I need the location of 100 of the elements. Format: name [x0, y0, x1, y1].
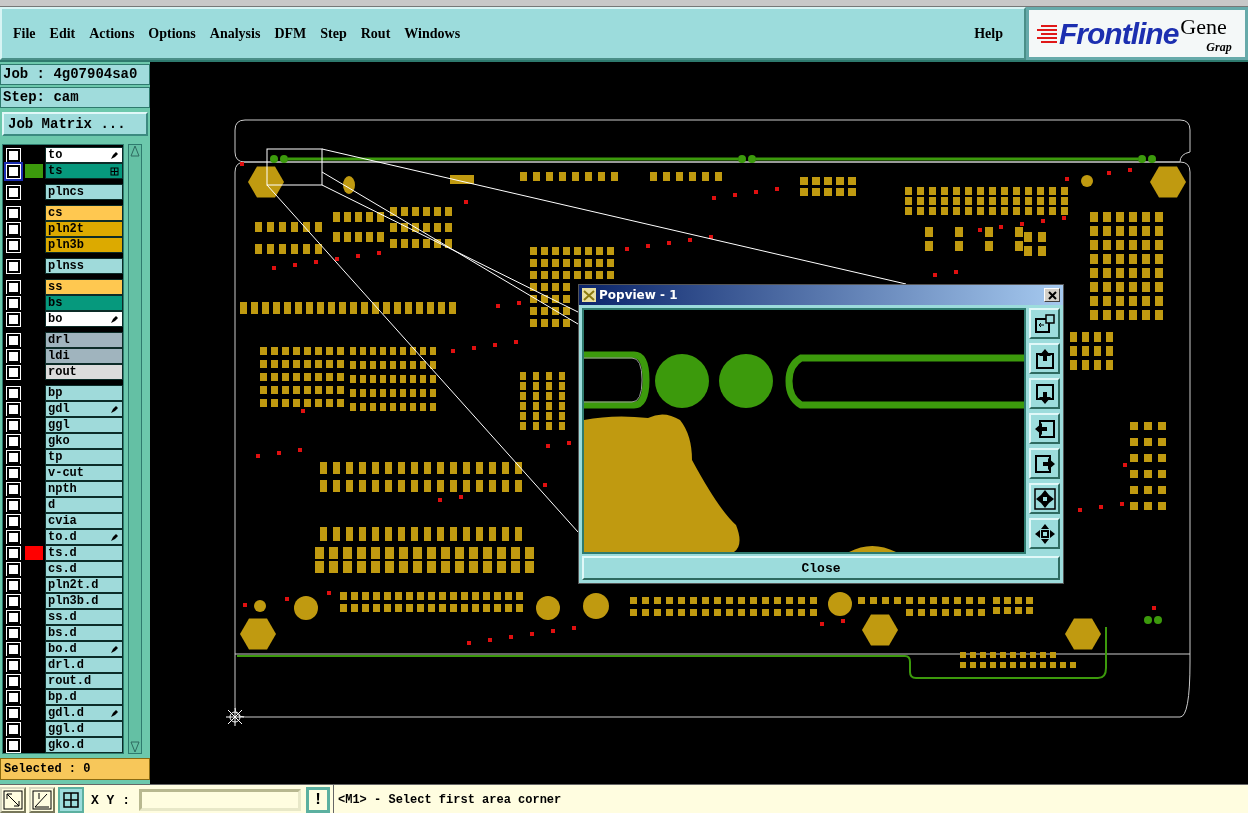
layer-item[interactable]: pln2t: [45, 221, 123, 237]
layer-item[interactable]: gdl: [45, 401, 123, 417]
layer-item[interactable]: plncs: [45, 184, 123, 200]
layer-item[interactable]: ss.d: [45, 609, 123, 625]
layer-item[interactable]: v-cut: [45, 465, 123, 481]
layer-checkbox[interactable]: [7, 402, 20, 416]
layer-checkbox[interactable]: [7, 185, 20, 199]
layer-checkbox[interactable]: [7, 562, 20, 576]
layer-item[interactable]: rout.d: [45, 673, 123, 689]
layer-checkbox[interactable]: [7, 610, 20, 624]
layer-checkbox[interactable]: [7, 365, 20, 379]
layer-item[interactable]: npth: [45, 481, 123, 497]
layer-checkbox[interactable]: [7, 514, 20, 528]
layer-item[interactable]: pln3b.d: [45, 593, 123, 609]
layer-item[interactable]: ts: [45, 163, 123, 179]
menu-item[interactable]: Edit: [42, 23, 83, 44]
layer-checkbox[interactable]: [7, 238, 20, 252]
layer-item[interactable]: tp: [45, 449, 123, 465]
scroll-down-icon[interactable]: [130, 741, 140, 753]
layer-item[interactable]: bo: [45, 311, 123, 327]
layer-item[interactable]: to: [45, 147, 123, 163]
layer-checkbox[interactable]: [7, 706, 20, 720]
layer-item[interactable]: d: [45, 497, 123, 513]
close-button[interactable]: [1044, 288, 1060, 302]
layer-checkbox[interactable]: [7, 658, 20, 672]
menu-item[interactable]: Analysis: [202, 23, 268, 44]
layer-checkbox[interactable]: [7, 738, 20, 752]
pan-up-button[interactable]: [1029, 343, 1060, 374]
scrollbar[interactable]: [128, 144, 142, 754]
layer-checkbox[interactable]: [7, 578, 20, 592]
menu-item[interactable]: DFM: [267, 23, 314, 44]
job-matrix-button[interactable]: Job Matrix ...: [2, 112, 148, 136]
layer-item[interactable]: bs: [45, 295, 123, 311]
layer-item[interactable]: pln3b: [45, 237, 123, 253]
layer-item[interactable]: pln2t.d: [45, 577, 123, 593]
layer-item[interactable]: plnss: [45, 258, 123, 274]
menu-item[interactable]: Windows: [397, 23, 468, 44]
layer-checkbox[interactable]: [7, 222, 20, 236]
resize-button[interactable]: [0, 787, 26, 813]
layer-checkbox[interactable]: [7, 418, 20, 432]
layer-item[interactable]: ldi: [45, 348, 123, 364]
layer-checkbox[interactable]: [7, 690, 20, 704]
menu-item[interactable]: File: [6, 23, 43, 44]
layer-checkbox[interactable]: [7, 466, 20, 480]
layer-item[interactable]: rout: [45, 364, 123, 380]
layer-checkbox[interactable]: [7, 450, 20, 464]
layer-item[interactable]: to.d: [45, 529, 123, 545]
layer-checkbox[interactable]: [7, 280, 20, 294]
layer-checkbox[interactable]: [7, 498, 20, 512]
layer-item[interactable]: ggl: [45, 417, 123, 433]
layer-checkbox[interactable]: [7, 546, 20, 560]
layer-item[interactable]: bp: [45, 385, 123, 401]
zoom-window-button[interactable]: [1029, 308, 1060, 339]
pan-left-button[interactable]: [1029, 413, 1060, 444]
layer-checkbox[interactable]: [7, 259, 20, 273]
layer-item[interactable]: drl: [45, 332, 123, 348]
layer-checkbox[interactable]: [7, 594, 20, 608]
grid-button[interactable]: [58, 787, 84, 813]
xy-input-field[interactable]: [139, 789, 301, 811]
layer-item[interactable]: ggl.d: [45, 721, 123, 737]
layer-item[interactable]: cs: [45, 205, 123, 221]
layer-item[interactable]: gdl.d: [45, 705, 123, 721]
layer-item[interactable]: ss: [45, 279, 123, 295]
layer-checkbox[interactable]: [7, 482, 20, 496]
layer-checkbox[interactable]: [7, 312, 20, 326]
layer-item[interactable]: bp.d: [45, 689, 123, 705]
layer-checkbox[interactable]: [7, 434, 20, 448]
layer-checkbox[interactable]: [7, 333, 20, 347]
layer-checkbox[interactable]: [7, 349, 20, 363]
layer-item[interactable]: cvia: [45, 513, 123, 529]
arrow-up-icon: [1033, 347, 1056, 370]
layer-item[interactable]: bo.d: [45, 641, 123, 657]
zoom-in-button[interactable]: [1029, 483, 1060, 514]
layer-checkbox[interactable]: [7, 722, 20, 736]
menu-item[interactable]: Options: [141, 23, 203, 44]
layer-checkbox[interactable]: [7, 148, 20, 162]
measure-button[interactable]: [29, 787, 55, 813]
help-menu-item[interactable]: Help: [967, 23, 1010, 44]
layer-checkbox[interactable]: [7, 626, 20, 640]
layer-item[interactable]: gko.d: [45, 737, 123, 753]
close-button[interactable]: Close: [582, 556, 1060, 580]
pan-right-button[interactable]: [1029, 448, 1060, 479]
layer-checkbox[interactable]: [7, 386, 20, 400]
layer-item[interactable]: gko: [45, 433, 123, 449]
layer-checkbox[interactable]: [7, 206, 20, 220]
menu-item[interactable]: Step: [313, 23, 354, 44]
layer-item[interactable]: cs.d: [45, 561, 123, 577]
layer-checkbox[interactable]: [7, 296, 20, 310]
layer-checkbox[interactable]: [7, 642, 20, 656]
layer-checkbox[interactable]: [7, 530, 20, 544]
layer-checkbox[interactable]: [7, 674, 20, 688]
layer-item[interactable]: ts.d: [45, 545, 123, 561]
scroll-up-icon[interactable]: [130, 145, 140, 157]
zoom-out-button[interactable]: [1029, 518, 1060, 549]
menu-item[interactable]: Actions: [82, 23, 142, 44]
layer-item[interactable]: bs.d: [45, 625, 123, 641]
alert-button[interactable]: !: [306, 787, 330, 813]
layer-item[interactable]: drl.d: [45, 657, 123, 673]
pan-down-button[interactable]: [1029, 378, 1060, 409]
menu-item[interactable]: Rout: [353, 23, 398, 44]
